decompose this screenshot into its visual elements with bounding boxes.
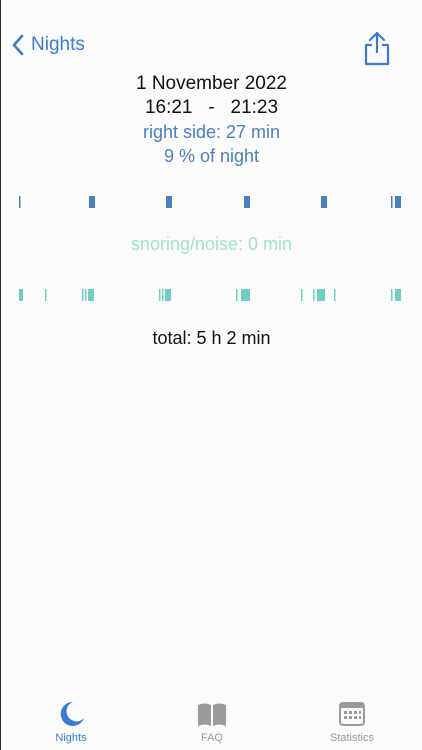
share-icon: [364, 31, 390, 66]
snore-mark: [45, 289, 47, 301]
snoring-timeline: [19, 289, 401, 301]
side-mark: [391, 196, 393, 208]
right-side-timeline: [19, 196, 401, 208]
total-duration: total: 5 h 2 min: [152, 328, 271, 348]
snore-mark: [395, 289, 401, 301]
snore-mark: [159, 289, 161, 301]
snore-mark: [165, 289, 171, 301]
side-mark: [321, 196, 327, 208]
tab-nights[interactable]: Nights: [26, 700, 116, 744]
snoring-noise-duration: snoring/noise: 0 min: [130, 234, 293, 254]
snore-mark: [88, 289, 94, 301]
night-date: 1 November 2022: [135, 73, 288, 94]
snore-mark: [317, 289, 325, 301]
snore-mark: [236, 289, 238, 301]
tab-bar: Nights FAQ Statistics: [1, 694, 422, 750]
tab-faq[interactable]: FAQ: [167, 700, 257, 744]
side-mark: [244, 196, 250, 208]
tab-statistics-label: Statistics: [329, 732, 374, 744]
snore-mark: [301, 289, 303, 301]
snore-mark: [313, 289, 315, 301]
right-side-duration: right side: 27 min: [142, 122, 281, 142]
book-icon: [198, 703, 226, 726]
side-mark: [395, 196, 401, 208]
tab-faq-label: FAQ: [200, 732, 223, 744]
snore-mark: [85, 289, 87, 301]
snore-mark: [162, 289, 164, 301]
side-mark: [19, 196, 21, 208]
time-range: 16:21 - 21:23: [144, 97, 279, 118]
tab-nights-label: Nights: [55, 732, 87, 744]
snore-mark: [19, 289, 23, 301]
back-button[interactable]: Nights: [11, 34, 85, 56]
moon-icon: [60, 701, 84, 726]
snore-mark: [82, 289, 84, 301]
share-button[interactable]: [362, 30, 392, 66]
side-mark: [89, 196, 95, 208]
snore-mark: [391, 289, 393, 301]
snore-mark: [334, 289, 336, 301]
tab-statistics[interactable]: Statistics: [307, 700, 397, 744]
percent-of-night: 9 % of night: [163, 146, 260, 166]
back-label: Nights: [31, 34, 85, 55]
snore-mark: [241, 289, 250, 301]
side-mark: [166, 196, 172, 208]
navigation-bar: Nights: [1, 28, 422, 72]
chevron-left-icon: [12, 34, 24, 56]
calendar-icon: [339, 702, 365, 726]
night-summary: 1 November 2022 16:21 - 21:23 right side…: [1, 72, 422, 168]
